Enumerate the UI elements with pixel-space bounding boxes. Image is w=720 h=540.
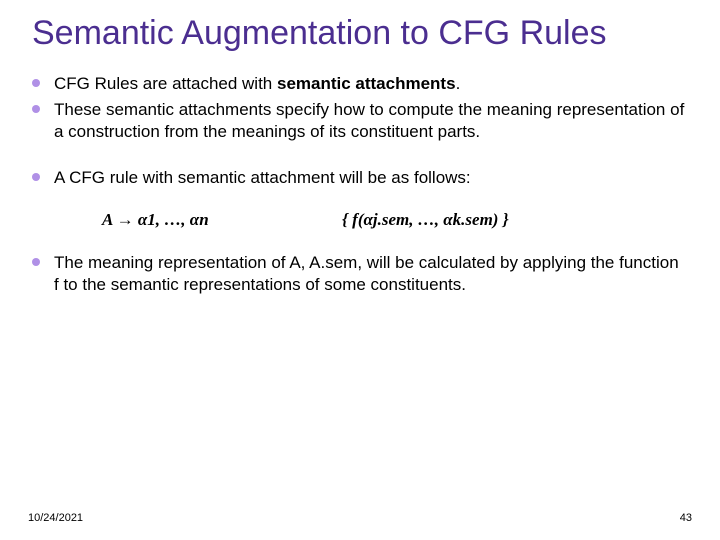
bullet-item: A CFG rule with semantic attachment will… bbox=[32, 167, 688, 189]
text-bold: semantic attachments bbox=[277, 74, 456, 93]
footer-page-number: 43 bbox=[680, 512, 692, 524]
slide: Semantic Augmentation to CFG Rules CFG R… bbox=[0, 0, 720, 540]
bullet-text: These semantic attachments specify how t… bbox=[54, 99, 688, 143]
bullet-item: The meaning representation of A, A.sem, … bbox=[32, 252, 688, 296]
slide-title: Semantic Augmentation to CFG Rules bbox=[32, 14, 688, 53]
formula-row: A → α1, …, αn { f(αj.sem, …, αk.sem) } bbox=[102, 209, 688, 231]
footer-date: 10/24/2021 bbox=[28, 512, 83, 524]
slide-body: CFG Rules are attached with semantic att… bbox=[32, 73, 688, 296]
bullet-icon bbox=[32, 79, 40, 87]
bullet-text: The meaning representation of A, A.sem, … bbox=[54, 252, 688, 296]
bullet-icon bbox=[32, 173, 40, 181]
bullet-text: A CFG rule with semantic attachment will… bbox=[54, 167, 688, 189]
formula-rhs: { f(αj.sem, …, αk.sem) } bbox=[342, 209, 509, 231]
bullet-text: CFG Rules are attached with semantic att… bbox=[54, 73, 688, 95]
formula-lhs: A → α1, …, αn bbox=[102, 209, 342, 231]
bullet-icon bbox=[32, 105, 40, 113]
bullet-icon bbox=[32, 258, 40, 266]
slide-footer: 10/24/2021 43 bbox=[28, 512, 692, 524]
bullet-item: CFG Rules are attached with semantic att… bbox=[32, 73, 688, 95]
text-fragment: . bbox=[456, 74, 461, 93]
bullet-item: These semantic attachments specify how t… bbox=[32, 99, 688, 143]
text-fragment: CFG Rules are attached with bbox=[54, 74, 277, 93]
